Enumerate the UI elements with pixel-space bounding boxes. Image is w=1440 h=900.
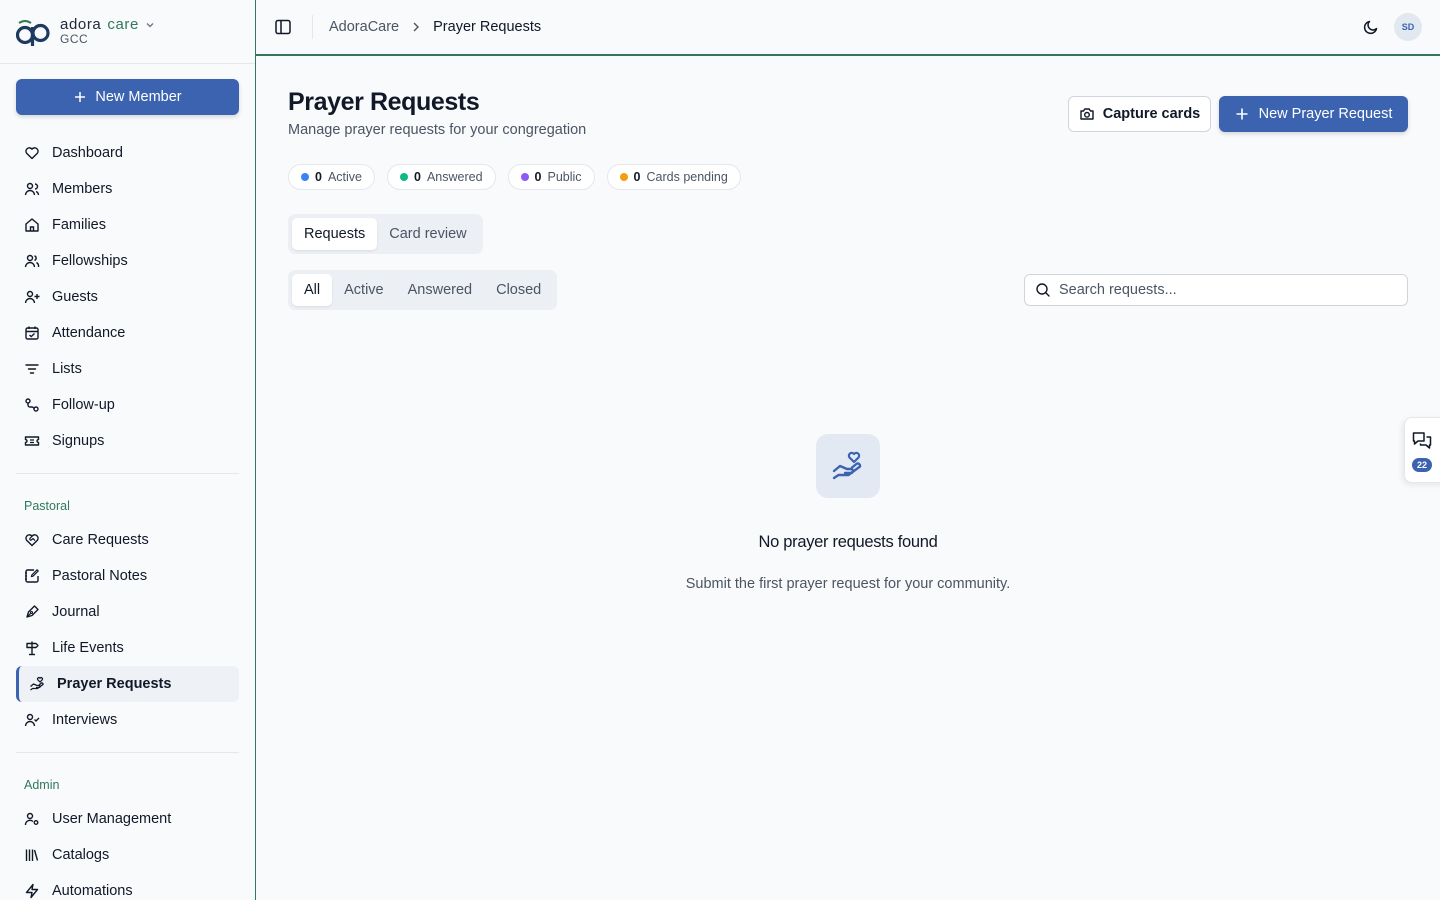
main-nav: Dashboard Members Families Fellowships G… bbox=[16, 135, 239, 900]
sidebar-item-attendance[interactable]: Attendance bbox=[16, 315, 239, 351]
nav-section-admin: Admin bbox=[24, 778, 60, 792]
adora-logo-icon bbox=[16, 19, 50, 46]
heart-handshake-icon bbox=[25, 534, 39, 547]
sidebar-item-automations[interactable]: Automations bbox=[16, 873, 239, 900]
nav-section-pastoral: Pastoral bbox=[24, 499, 70, 513]
sidebar-item-guests[interactable]: Guests bbox=[16, 279, 239, 315]
page-subtitle: Manage prayer requests for your congrega… bbox=[288, 122, 587, 138]
heart-icon bbox=[25, 147, 39, 160]
tab-card-review[interactable]: Card review bbox=[377, 218, 478, 250]
signpost-icon bbox=[26, 641, 39, 656]
sidebar-item-families[interactable]: Families bbox=[16, 207, 239, 243]
filter-icon bbox=[25, 364, 39, 374]
empty-state-title: No prayer requests found bbox=[758, 533, 938, 551]
plus-icon bbox=[1236, 108, 1248, 120]
sidebar-item-journal[interactable]: Journal bbox=[16, 594, 239, 630]
org-name: GCC bbox=[60, 32, 89, 47]
avatar[interactable]: SD bbox=[1394, 13, 1422, 41]
sidebar-item-fellowships[interactable]: Fellowships bbox=[16, 243, 239, 279]
sidebar-item-members[interactable]: Members bbox=[16, 171, 239, 207]
sidebar-item-signups[interactable]: Signups bbox=[16, 423, 239, 459]
user-plus-icon bbox=[24, 290, 40, 304]
messages-icon bbox=[1412, 432, 1432, 449]
filter-all[interactable]: All bbox=[292, 274, 333, 306]
search-icon bbox=[1036, 283, 1050, 297]
header-divider bbox=[312, 15, 313, 39]
top-bar: AdoraCare Prayer Requests SD bbox=[256, 0, 1440, 56]
user-check-icon bbox=[24, 713, 40, 727]
hand-heart-icon bbox=[30, 677, 44, 691]
sidebar-item-lists[interactable]: Lists bbox=[16, 351, 239, 387]
moon-icon[interactable] bbox=[1362, 18, 1380, 36]
new-prayer-request-button[interactable]: New Prayer Request bbox=[1219, 96, 1408, 132]
nav-divider bbox=[16, 752, 239, 753]
pen-tool-icon bbox=[26, 605, 39, 618]
hand-heart-icon bbox=[832, 451, 862, 480]
breadcrumb-root[interactable]: AdoraCare bbox=[329, 19, 399, 35]
sidebar-item-pastoral-notes[interactable]: Pastoral Notes bbox=[16, 558, 239, 594]
user-group-icon bbox=[24, 254, 40, 268]
chevron-down-icon bbox=[146, 22, 154, 28]
view-tabs: Requests Card review bbox=[288, 214, 483, 254]
library-icon bbox=[25, 849, 39, 861]
zap-icon bbox=[25, 883, 39, 899]
search-input[interactable] bbox=[1059, 282, 1389, 298]
new-member-button[interactable]: New Member bbox=[16, 79, 239, 115]
empty-state-icon bbox=[816, 434, 880, 498]
brand-switcher[interactable]: adora care GCC bbox=[0, 0, 255, 64]
status-dot bbox=[301, 173, 309, 181]
chevron-right-icon bbox=[413, 22, 420, 32]
stat-cards-pending: 0 Cards pending bbox=[606, 164, 741, 190]
status-dot bbox=[400, 173, 408, 181]
status-dot bbox=[619, 173, 628, 181]
plus-icon bbox=[75, 92, 86, 102]
brand-name: adora care bbox=[60, 16, 155, 34]
filter-active[interactable]: Active bbox=[332, 274, 396, 306]
chat-count-badge: 22 bbox=[1412, 458, 1432, 472]
users-icon bbox=[24, 182, 40, 196]
sidebar-toggle-icon[interactable] bbox=[274, 18, 292, 36]
sidebar-item-catalogs[interactable]: Catalogs bbox=[16, 837, 239, 873]
ticket-icon bbox=[24, 436, 40, 446]
stat-public: 0 Public bbox=[507, 164, 595, 190]
home-icon bbox=[25, 218, 39, 232]
notebook-pen-icon bbox=[25, 568, 40, 583]
nav-divider bbox=[16, 473, 239, 474]
filter-closed[interactable]: Closed bbox=[484, 274, 553, 306]
sidebar-item-care-requests[interactable]: Care Requests bbox=[16, 522, 239, 558]
sidebar-item-interviews[interactable]: Interviews bbox=[16, 702, 239, 738]
camera-icon bbox=[1080, 108, 1094, 120]
breadcrumb-current: Prayer Requests bbox=[433, 19, 542, 35]
filter-answered[interactable]: Answered bbox=[396, 274, 484, 306]
chat-drawer-toggle[interactable]: 22 bbox=[1404, 417, 1440, 483]
status-dot bbox=[520, 173, 529, 181]
stat-active: 0 Active bbox=[288, 164, 375, 190]
tab-requests[interactable]: Requests bbox=[292, 218, 378, 250]
sidebar: adora care GCC New Member Dashboard Membe… bbox=[0, 0, 256, 900]
status-filter-tabs: All Active Answered Closed bbox=[288, 270, 558, 310]
sidebar-item-user-management[interactable]: User Management bbox=[16, 801, 239, 837]
user-cog-icon bbox=[24, 812, 39, 826]
breadcrumb: AdoraCare Prayer Requests bbox=[329, 19, 541, 35]
empty-state-subtitle: Submit the first prayer request for your… bbox=[685, 576, 1011, 592]
stats-row: 0 Active 0 Answered 0 Public 0 Cards pen… bbox=[288, 164, 741, 190]
stat-answered: 0 Answered bbox=[387, 164, 496, 190]
capture-cards-button[interactable]: Capture cards bbox=[1068, 96, 1211, 132]
sidebar-item-follow-up[interactable]: Follow-up bbox=[16, 387, 239, 423]
sidebar-item-prayer-requests[interactable]: Prayer Requests bbox=[16, 666, 239, 702]
route-icon bbox=[25, 398, 39, 412]
calendar-check-icon bbox=[25, 326, 39, 340]
sidebar-item-life-events[interactable]: Life Events bbox=[16, 630, 239, 666]
sidebar-item-dashboard[interactable]: Dashboard bbox=[16, 135, 239, 171]
page-title: Prayer Requests bbox=[288, 88, 480, 116]
search-box bbox=[1024, 274, 1408, 306]
